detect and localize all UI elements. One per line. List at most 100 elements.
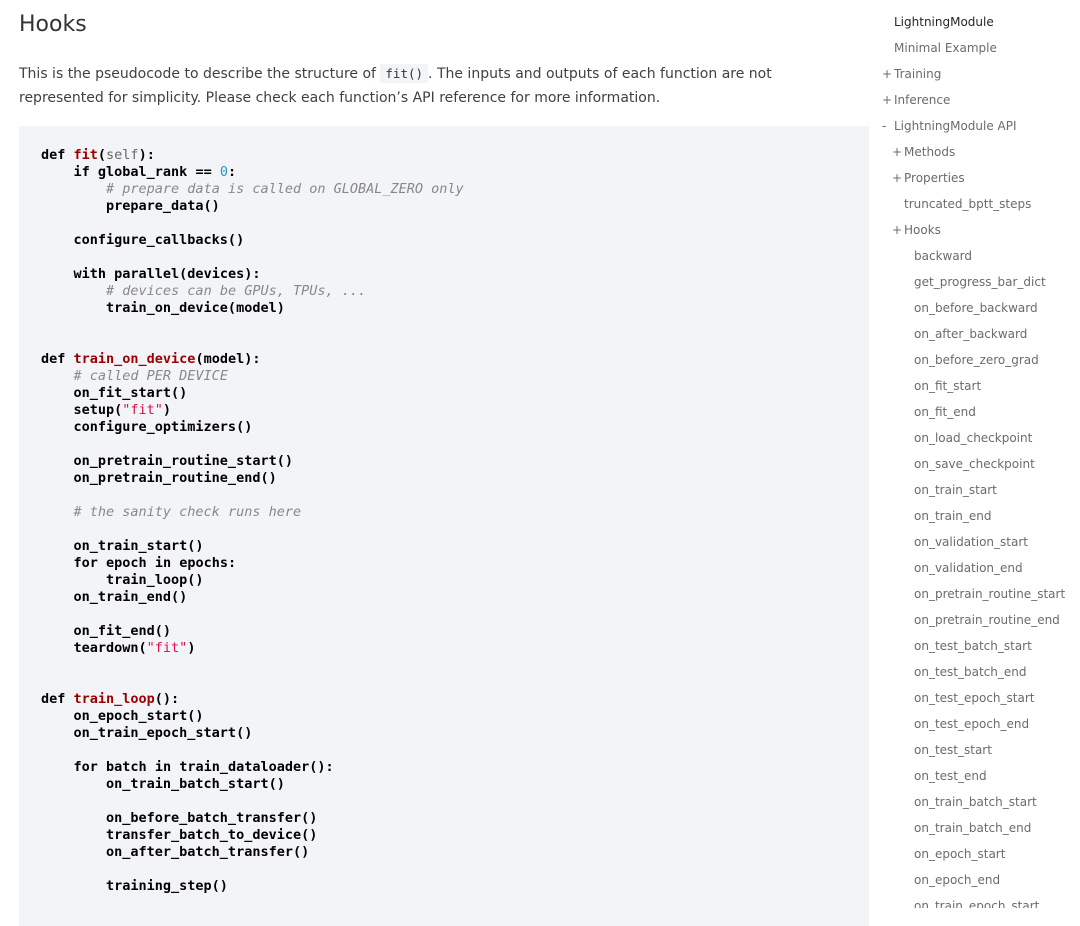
code-token: ) (162, 402, 172, 418)
toc-item-truncated-bptt-steps[interactable]: truncated_bptt_steps (904, 191, 1031, 217)
toc-item-on-save-checkpoint[interactable]: on_save_checkpoint (914, 451, 1035, 477)
code-token: on_fit_start() (41, 385, 188, 401)
toc-item-label: on_fit_start (914, 379, 982, 393)
toc-item-on-fit-start[interactable]: on_fit_start (914, 373, 981, 399)
expand-icon[interactable]: + (882, 87, 894, 113)
code-line: # prepare data is called on GLOBAL_ZERO … (41, 181, 464, 198)
toc-item-label: truncated_bptt_steps (904, 197, 1032, 211)
toc-item-on-after-backward[interactable]: on_after_backward (914, 321, 1027, 347)
code-token: with (73, 266, 107, 282)
toc-item-on-train-epoch-start[interactable]: on_train_epoch_start (914, 893, 1039, 908)
code-token: global_rank == (89, 164, 220, 180)
code-token: train_dataloader(): (171, 759, 334, 775)
toc-item-on-train-end[interactable]: on_train_end (914, 503, 991, 529)
toc-item-on-test-start[interactable]: on_test_start (914, 737, 992, 763)
toc-item-hooks[interactable]: + Hooks (892, 217, 941, 243)
code-token: transfer_batch_to_device() (41, 827, 318, 843)
toc-item-on-train-batch-end[interactable]: on_train_batch_end (914, 815, 1031, 841)
expand-icon[interactable]: + (882, 61, 894, 87)
code-token: train_on_device (73, 351, 196, 367)
toc-item-inference[interactable]: + Inference (882, 87, 950, 113)
toc-item-on-validation-start[interactable]: on_validation_start (914, 529, 1028, 555)
toc-item-label: Minimal Example (894, 41, 997, 55)
code-line: def train_loop(): (41, 691, 464, 708)
toc-item-on-test-end[interactable]: on_test_end (914, 763, 987, 789)
code-line: setup("fit") (41, 402, 464, 419)
toc-item-label: on_pretrain_routine_end (914, 613, 1060, 627)
code-token: teardown( (41, 640, 147, 656)
toc-item-on-test-batch-end[interactable]: on_test_batch_end (914, 659, 1026, 685)
code-line: teardown("fit") (41, 640, 464, 657)
code-token: def (41, 351, 74, 367)
code-line: def train_on_device(model): (41, 351, 464, 368)
toc-item-on-fit-end[interactable]: on_fit_end (914, 399, 976, 425)
code-block: def fit(self): if global_rank == 0: # pr… (19, 126, 869, 926)
code-token: epochs: (171, 555, 237, 571)
intro-text-before: This is the pseudocode to describe the s… (19, 66, 381, 82)
toc-item-label: on_load_checkpoint (914, 431, 1033, 445)
code-line: # called PER DEVICE (41, 368, 464, 385)
code-line: transfer_batch_to_device() (41, 827, 464, 844)
toc-item-lightningmodule[interactable]: LightningModule (894, 9, 994, 35)
code-token: on_train_batch_start() (41, 776, 285, 792)
intro-paragraph: This is the pseudocode to describe the s… (19, 62, 849, 110)
expand-icon[interactable]: + (892, 165, 904, 191)
toc-item-label: on_train_end (914, 509, 992, 523)
toc-item-on-epoch-start[interactable]: on_epoch_start (914, 841, 1005, 867)
toc-item-get-progress-bar-dict[interactable]: get_progress_bar_dict (914, 269, 1046, 295)
code-line: prepare_data() (41, 198, 464, 215)
code-token: if (73, 164, 90, 180)
toc-item-on-before-backward[interactable]: on_before_backward (914, 295, 1038, 321)
code-line: training_step() (41, 878, 464, 895)
toc-item-on-epoch-end[interactable]: on_epoch_end (914, 867, 1000, 893)
code-line: on_fit_start() (41, 385, 464, 402)
code-token: on_after_batch_transfer() (41, 844, 310, 860)
toc-item-on-pretrain-routine-end[interactable]: on_pretrain_routine_end (914, 607, 1060, 633)
toc-item-on-test-epoch-start[interactable]: on_test_epoch_start (914, 685, 1035, 711)
page-title: Hooks (19, 12, 87, 37)
toc-item-backward[interactable]: backward (914, 243, 972, 269)
expand-icon[interactable]: + (892, 217, 904, 243)
toc-item-on-train-batch-start[interactable]: on_train_batch_start (914, 789, 1037, 815)
toc-item-on-pretrain-routine-start[interactable]: on_pretrain_routine_start (914, 581, 1065, 607)
code-token: (model): (195, 351, 261, 367)
toc-item-label: on_before_backward (914, 301, 1038, 315)
toc-item-label: on_pretrain_routine_start (914, 587, 1066, 601)
toc-item-minimal-example[interactable]: Minimal Example (894, 35, 997, 61)
toc-item-label: LightningModule API (894, 119, 1017, 133)
toc-item-methods[interactable]: + Methods (892, 139, 955, 165)
toc-item-label: on_epoch_end (914, 873, 1001, 887)
toc-item-on-train-start[interactable]: on_train_start (914, 477, 997, 503)
inline-code-fit: fit() (380, 64, 429, 83)
toc-item-on-before-zero-grad[interactable]: on_before_zero_grad (914, 347, 1039, 373)
toc-item-on-test-epoch-end[interactable]: on_test_epoch_end (914, 711, 1029, 737)
code-token: ) (187, 640, 196, 656)
toc-item-properties[interactable]: + Properties (892, 165, 965, 191)
toc-item-on-load-checkpoint[interactable]: on_load_checkpoint (914, 425, 1032, 451)
code-token: def (41, 691, 74, 707)
toc-item-lightningmodule-api[interactable]: - LightningModule API (882, 113, 1017, 139)
toc-item-training[interactable]: + Training (882, 61, 941, 87)
code-token: : (227, 164, 237, 180)
toc-item-label: on_before_zero_grad (914, 353, 1039, 367)
toc-item-on-test-batch-start[interactable]: on_test_batch_start (914, 633, 1032, 659)
toc-item-on-validation-end[interactable]: on_validation_end (914, 555, 1023, 581)
expand-icon[interactable]: + (892, 139, 904, 165)
collapse-icon[interactable]: - (882, 113, 894, 139)
code-token: epoch (97, 555, 155, 571)
code-token: on_pretrain_routine_start() (41, 453, 293, 469)
code-line: if global_rank == 0: (41, 164, 464, 181)
toc-item-label: on_fit_end (914, 405, 976, 419)
code-line: on_pretrain_routine_end() (41, 470, 464, 487)
